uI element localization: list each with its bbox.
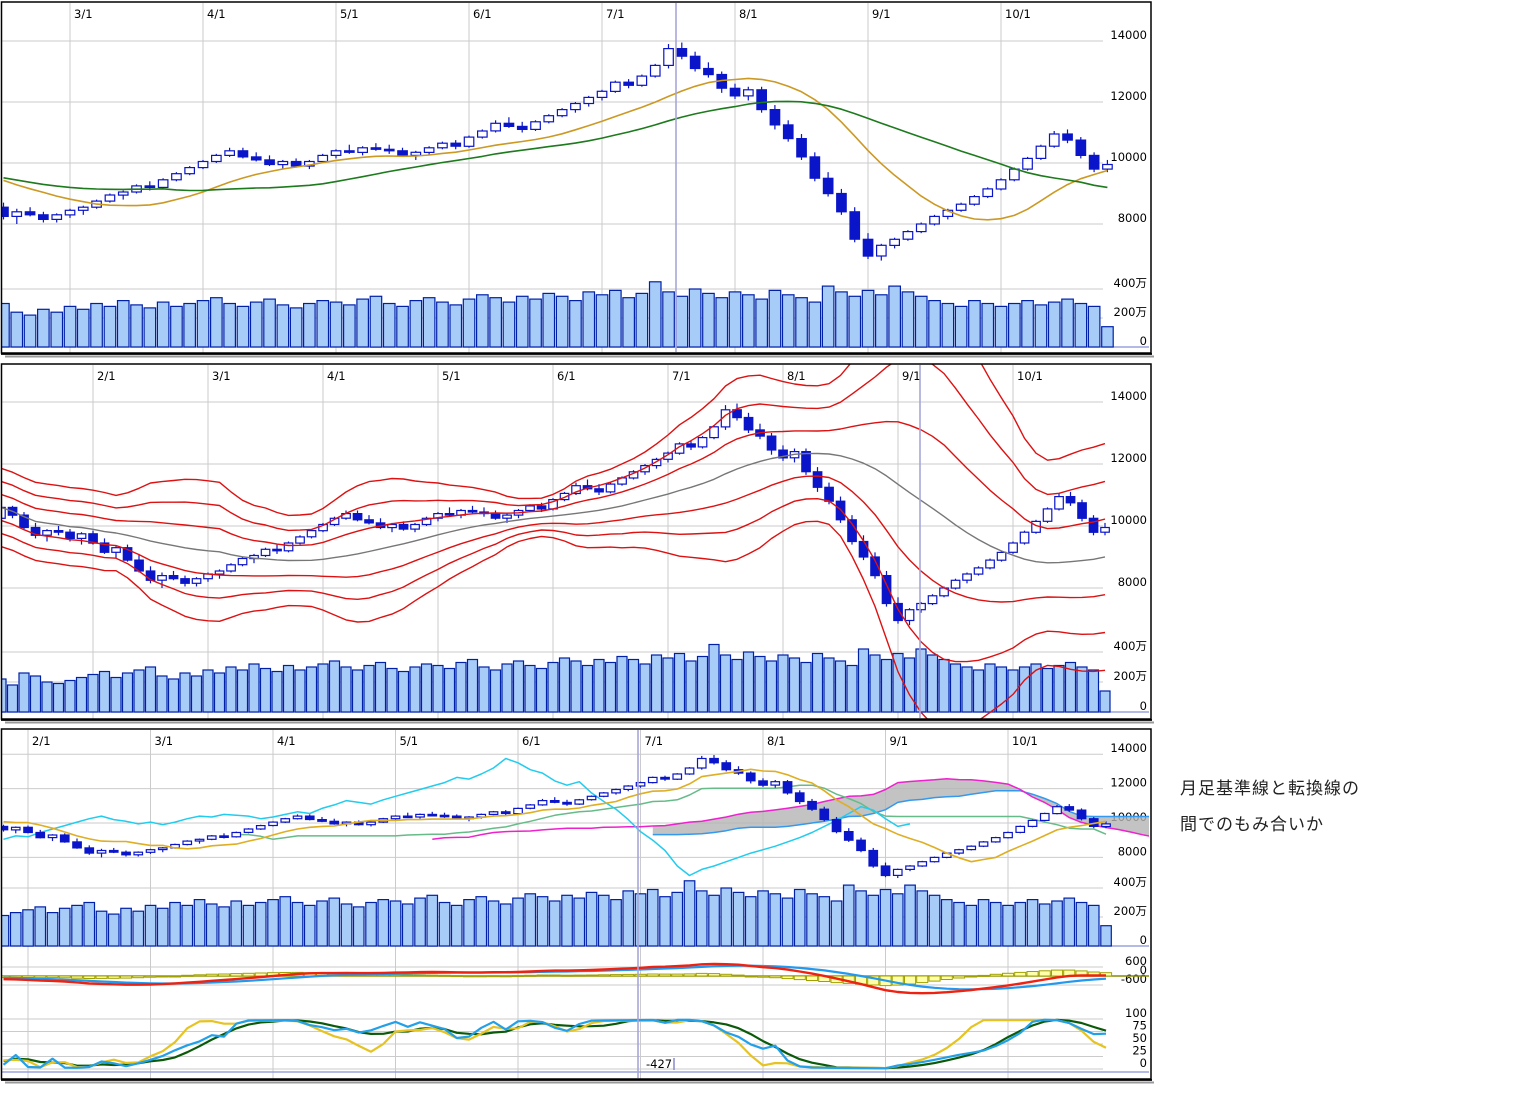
svg-text:8000: 8000 <box>1118 211 1147 225</box>
svg-text:8000: 8000 <box>1118 844 1147 858</box>
svg-text:8/1: 8/1 <box>739 7 758 21</box>
svg-text:7/1: 7/1 <box>645 734 664 748</box>
annotation-line2: 間でのもみ合いか <box>1180 807 1360 843</box>
svg-text:9/1: 9/1 <box>902 369 921 383</box>
svg-text:200万: 200万 <box>1114 305 1147 319</box>
svg-text:4/1: 4/1 <box>207 7 226 21</box>
svg-text:6/1: 6/1 <box>557 369 576 383</box>
svg-text:0: 0 <box>1140 334 1147 348</box>
svg-text:12000: 12000 <box>1110 89 1147 103</box>
svg-text:3/1: 3/1 <box>74 7 93 21</box>
chart-page: 3/1 4/1 5/1 6/1 7/1 8/1 9/1 10/1 14000 12000 10000… <box>0 0 1530 1108</box>
svg-text:14000: 14000 <box>1110 741 1147 755</box>
svg-text:5/1: 5/1 <box>340 7 359 21</box>
svg-text:400万: 400万 <box>1114 276 1147 290</box>
svg-text:0: 0 <box>1140 699 1147 713</box>
svg-text:400万: 400万 <box>1114 875 1147 889</box>
svg-text:400万: 400万 <box>1114 639 1147 653</box>
svg-text:8/1: 8/1 <box>767 734 786 748</box>
svg-text:10000: 10000 <box>1110 150 1147 164</box>
svg-text:10/1: 10/1 <box>1005 7 1031 21</box>
chart-canvas: 3/1 4/1 5/1 6/1 7/1 8/1 9/1 10/1 14000 12000 10000… <box>0 0 1530 1108</box>
svg-text:-427: -427 <box>646 1057 672 1071</box>
svg-text:10/1: 10/1 <box>1017 369 1043 383</box>
svg-text:0: 0 <box>1140 933 1147 947</box>
svg-text:3/1: 3/1 <box>155 734 174 748</box>
svg-text:10000: 10000 <box>1110 513 1147 527</box>
svg-text:2/1: 2/1 <box>97 369 116 383</box>
svg-text:12000: 12000 <box>1110 776 1147 790</box>
svg-text:8000: 8000 <box>1118 575 1147 589</box>
svg-text:9/1: 9/1 <box>890 734 909 748</box>
svg-text:4/1: 4/1 <box>277 734 296 748</box>
annotation-line1: 月足基準線と転換線の <box>1180 771 1360 807</box>
svg-text:5/1: 5/1 <box>400 734 419 748</box>
svg-text:200万: 200万 <box>1114 904 1147 918</box>
svg-text:10/1: 10/1 <box>1012 734 1038 748</box>
svg-text:12000: 12000 <box>1110 451 1147 465</box>
svg-text:5/1: 5/1 <box>442 369 461 383</box>
svg-text:6/1: 6/1 <box>522 734 541 748</box>
svg-text:-600: -600 <box>1121 972 1147 986</box>
annotation-note: 月足基準線と転換線の 間でのもみ合いか <box>1180 771 1360 843</box>
panel3-group: 2/13/14/15/16/17/18/19/110/1140001200010… <box>0 730 1302 1079</box>
svg-text:7/1: 7/1 <box>672 369 691 383</box>
svg-text:4/1: 4/1 <box>327 369 346 383</box>
svg-text:2/1: 2/1 <box>32 734 51 748</box>
svg-text:7/1: 7/1 <box>606 7 625 21</box>
svg-text:9/1: 9/1 <box>872 7 891 21</box>
svg-text:14000: 14000 <box>1110 28 1147 42</box>
svg-text:6/1: 6/1 <box>473 7 492 21</box>
panel1-group: 3/1 4/1 5/1 6/1 7/1 8/1 9/1 10/1 14000 12000 10000… <box>0 3 1149 353</box>
svg-text:200万: 200万 <box>1114 669 1147 683</box>
svg-text:3/1: 3/1 <box>212 369 231 383</box>
svg-text:0: 0 <box>1140 1056 1147 1070</box>
svg-text:8/1: 8/1 <box>787 369 806 383</box>
svg-text:14000: 14000 <box>1110 389 1147 403</box>
